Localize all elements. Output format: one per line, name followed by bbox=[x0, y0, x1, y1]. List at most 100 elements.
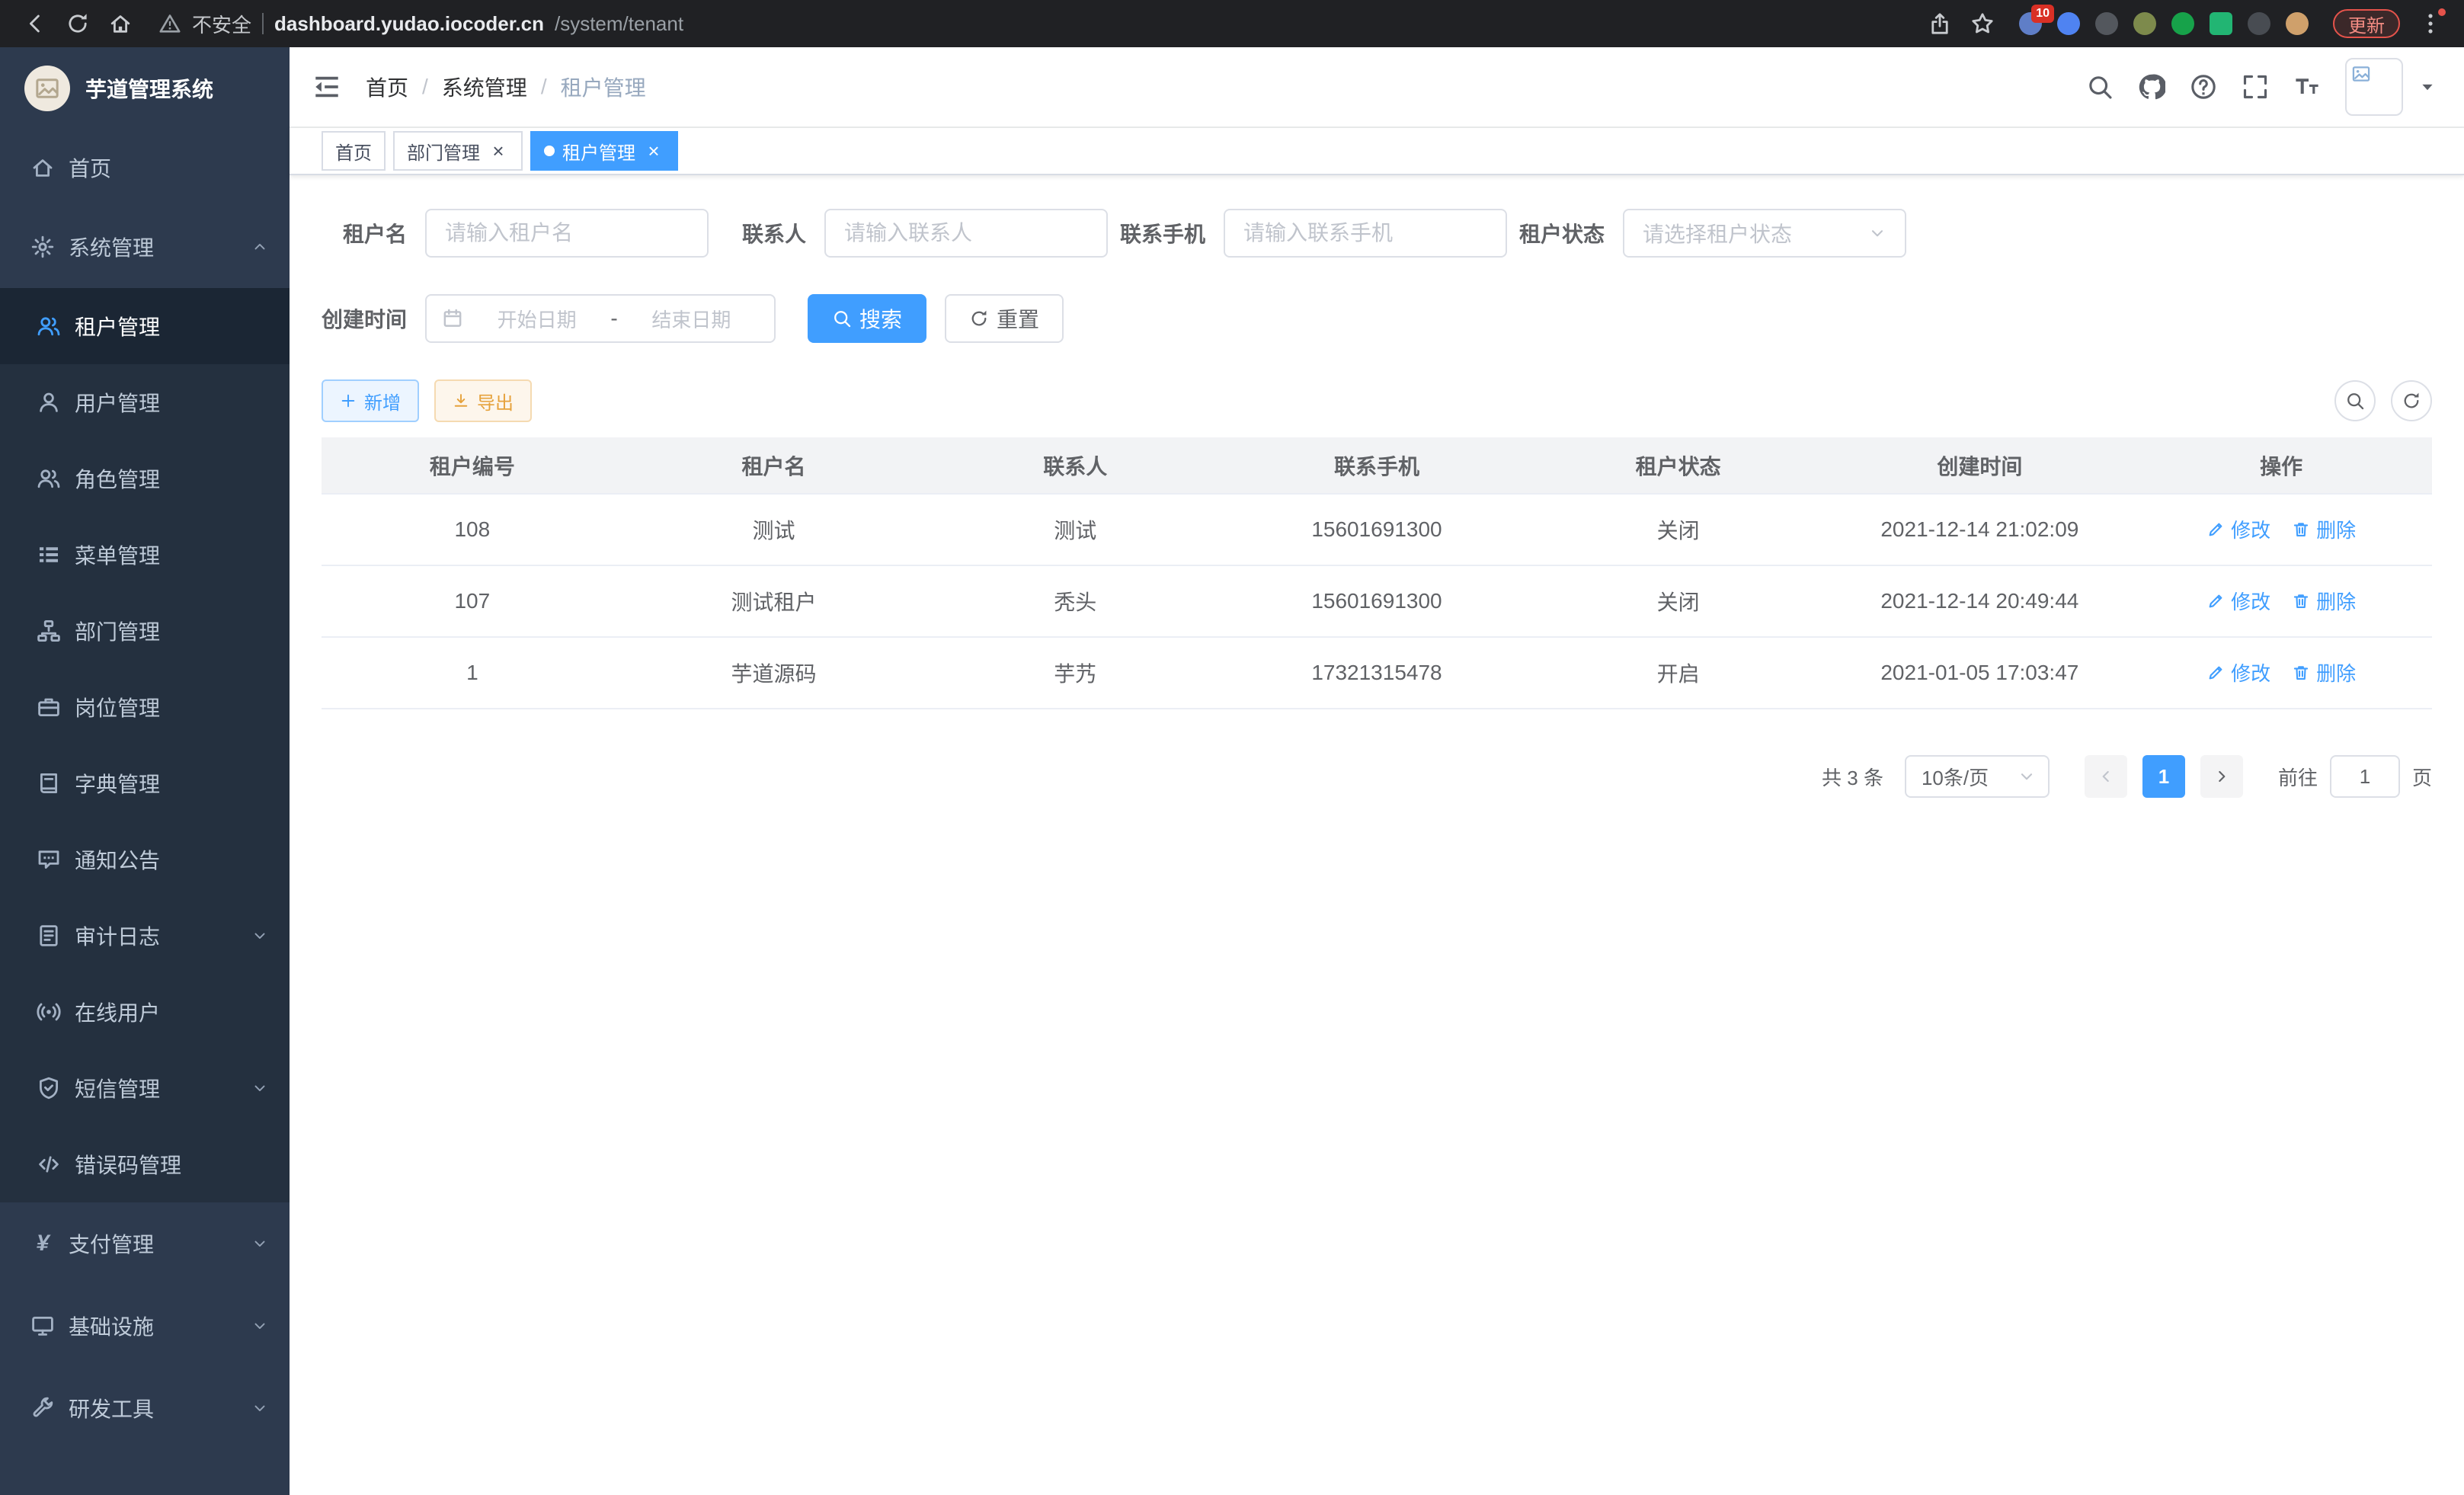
chevron-down-icon bbox=[251, 927, 268, 944]
table-cell: 17321315478 bbox=[1226, 637, 1528, 709]
sidebar-item-menu[interactable]: 菜单管理 bbox=[0, 517, 290, 593]
sidebar-toggle-icon[interactable] bbox=[312, 72, 341, 101]
reset-button[interactable]: 重置 bbox=[945, 294, 1064, 343]
filter-row-2: 创建时间 开始日期 - 结束日期 搜索 重置 bbox=[322, 294, 2432, 343]
table-cell: 开启 bbox=[1528, 637, 1829, 709]
tab-tenant[interactable]: 租户管理× bbox=[530, 131, 678, 171]
breadcrumb-item[interactable]: 系统管理 bbox=[442, 72, 527, 102]
tenant-name-input[interactable] bbox=[425, 209, 709, 258]
contact-input-field[interactable] bbox=[844, 221, 1088, 245]
delete-button[interactable]: 删除 bbox=[2292, 515, 2356, 543]
avatar[interactable] bbox=[2345, 58, 2403, 116]
tenant-name-input-field[interactable] bbox=[445, 221, 689, 245]
breadcrumb-item[interactable]: 首页 bbox=[366, 72, 408, 102]
extension-1[interactable]: 10 bbox=[2019, 12, 2042, 35]
sidebar-item-home[interactable]: 首页 bbox=[0, 130, 290, 206]
github-icon[interactable] bbox=[2138, 73, 2165, 101]
sidebar-item-user[interactable]: 用户管理 bbox=[0, 364, 290, 440]
browser-home-button[interactable] bbox=[101, 4, 140, 43]
sidebar-item-sms[interactable]: 短信管理 bbox=[0, 1050, 290, 1126]
help-icon[interactable] bbox=[2190, 73, 2217, 101]
sidebar-item-post[interactable]: 岗位管理 bbox=[0, 669, 290, 745]
tab-dept[interactable]: 部门管理× bbox=[393, 131, 523, 171]
contact-mobile-input-field[interactable] bbox=[1243, 221, 1487, 245]
security-label[interactable]: 不安全 bbox=[192, 10, 251, 38]
close-icon[interactable]: × bbox=[488, 140, 509, 162]
goto-page-input[interactable] bbox=[2330, 755, 2400, 798]
page-size-select[interactable]: 10条/页 bbox=[1905, 755, 2050, 798]
app-logo[interactable]: 芋道管理系统 bbox=[0, 47, 290, 130]
search-icon[interactable] bbox=[2086, 73, 2114, 101]
sidebar-item-audit-log[interactable]: 审计日志 bbox=[0, 898, 290, 974]
sidebar-item-payment[interactable]: ¥支付管理 bbox=[0, 1202, 290, 1285]
extension-2[interactable] bbox=[2057, 12, 2080, 35]
tab-home[interactable]: 首页 bbox=[322, 131, 386, 171]
table-cell: 1 bbox=[322, 637, 623, 709]
close-icon[interactable]: × bbox=[643, 140, 664, 162]
date-range-picker[interactable]: 开始日期 - 结束日期 bbox=[425, 294, 776, 343]
export-button[interactable]: 导出 bbox=[434, 379, 532, 422]
sidebar-item-tenant[interactable]: 租户管理 bbox=[0, 288, 290, 364]
extension-5[interactable] bbox=[2171, 12, 2194, 35]
address-separator bbox=[262, 13, 264, 34]
edit-button[interactable]: 修改 bbox=[2206, 515, 2270, 543]
fullscreen-icon[interactable] bbox=[2242, 73, 2269, 101]
sidebar-item-devtools[interactable]: 研发工具 bbox=[0, 1367, 290, 1449]
address-bar[interactable]: 不安全 dashboard.yudao.iocoder.cn/system/te… bbox=[158, 10, 1909, 38]
table-cell: 15601691300 bbox=[1226, 494, 1528, 565]
toolbar: 新增 导出 bbox=[322, 379, 2432, 422]
filter-label: 联系手机 bbox=[1120, 218, 1224, 248]
sidebar-item-infra[interactable]: 基础设施 bbox=[0, 1285, 290, 1367]
bookmark-star-icon[interactable] bbox=[1970, 11, 1995, 36]
extension-badge: 10 bbox=[2031, 5, 2054, 23]
contact-input[interactable] bbox=[824, 209, 1108, 258]
edit-label: 修改 bbox=[2231, 587, 2270, 615]
url-host: dashboard.yudao.iocoder.cn bbox=[274, 12, 544, 36]
search-button[interactable]: 搜索 bbox=[808, 294, 926, 343]
edit-button[interactable]: 修改 bbox=[2206, 658, 2270, 687]
download-icon bbox=[453, 392, 469, 409]
browser-back-button[interactable] bbox=[15, 4, 55, 43]
chrome-update-button[interactable]: 更新 bbox=[2333, 9, 2400, 38]
share-icon[interactable] bbox=[1928, 11, 1952, 36]
sidebar-item-label: 审计日志 bbox=[75, 920, 160, 951]
sidebar-item-error-code[interactable]: 错误码管理 bbox=[0, 1126, 290, 1202]
sidebar-item-dict[interactable]: 字典管理 bbox=[0, 745, 290, 821]
sidebar-item-system[interactable]: 系统管理 bbox=[0, 206, 290, 288]
next-page-button[interactable] bbox=[2200, 755, 2243, 798]
column-header: 操作 bbox=[2130, 437, 2432, 494]
font-size-icon[interactable] bbox=[2293, 73, 2321, 101]
delete-button[interactable]: 删除 bbox=[2292, 658, 2356, 687]
extension-8[interactable] bbox=[2286, 12, 2309, 35]
tenant-status-select[interactable]: 请选择租户状态 bbox=[1623, 209, 1906, 258]
navbar-actions bbox=[2086, 58, 2437, 116]
caret-down-icon[interactable] bbox=[2418, 78, 2437, 96]
sidebar-item-role[interactable]: 角色管理 bbox=[0, 440, 290, 517]
search-label: 搜索 bbox=[859, 303, 902, 334]
delete-button[interactable]: 删除 bbox=[2292, 587, 2356, 615]
page-1-button[interactable]: 1 bbox=[2142, 755, 2185, 798]
browser-reload-button[interactable] bbox=[58, 4, 98, 43]
contact-mobile-input[interactable] bbox=[1224, 209, 1507, 258]
refresh-icon bbox=[969, 309, 989, 328]
extensions-row: 10 bbox=[2019, 12, 2309, 35]
browser-menu-button[interactable] bbox=[2418, 11, 2443, 36]
sidebar-item-label: 错误码管理 bbox=[75, 1149, 181, 1180]
sidebar-item-notice[interactable]: 通知公告 bbox=[0, 821, 290, 898]
sidebar-item-dept[interactable]: 部门管理 bbox=[0, 593, 290, 669]
edit-button[interactable]: 修改 bbox=[2206, 587, 2270, 615]
extension-6[interactable] bbox=[2210, 12, 2232, 35]
extension-7[interactable] bbox=[2248, 12, 2270, 35]
prev-page-button[interactable] bbox=[2085, 755, 2127, 798]
toggle-search-button[interactable] bbox=[2334, 380, 2376, 421]
page-size-value: 10条/页 bbox=[1922, 763, 1989, 791]
tags-bar: 首页部门管理×租户管理× bbox=[290, 128, 2464, 175]
breadcrumb: 首页/系统管理/租户管理 bbox=[366, 72, 646, 102]
extension-3[interactable] bbox=[2095, 12, 2118, 35]
add-button[interactable]: 新增 bbox=[322, 379, 419, 422]
table-cell: 芋道源码 bbox=[623, 637, 925, 709]
sidebar-item-online-user[interactable]: 在线用户 bbox=[0, 974, 290, 1050]
extension-4[interactable] bbox=[2133, 12, 2156, 35]
refresh-table-button[interactable] bbox=[2391, 380, 2432, 421]
sidebar-item-label: 系统管理 bbox=[69, 232, 154, 262]
